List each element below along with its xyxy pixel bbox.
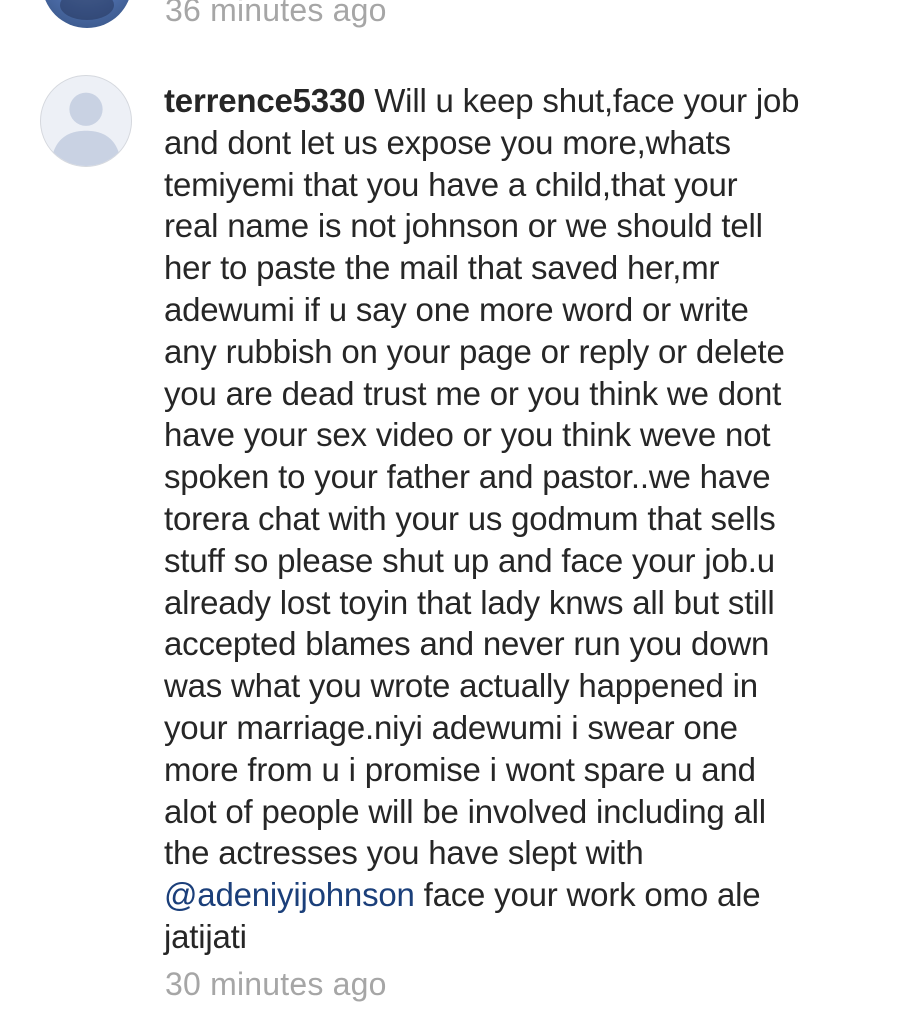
comment-text-line: stuff so please shut up and face your jo… — [164, 541, 775, 579]
comment-text-line: more from u i promise i wont spare u and — [164, 750, 756, 788]
comment-text-line: alot of people will be involved includin… — [164, 792, 766, 830]
comment-username[interactable]: terrence5330 — [164, 82, 365, 119]
comment-text-line: and dont let us expose you more,whats — [164, 123, 731, 161]
comment-text-line: temiyemi that you have a child,that your — [164, 165, 738, 203]
comment-text-line: you are dead trust me or you think we do… — [164, 374, 782, 412]
mention-link[interactable]: @adeniyijohnson — [164, 876, 415, 913]
comment-text: Will u keep shut,face your job — [374, 82, 800, 119]
comment-text-line: the actresses you have slept with — [164, 834, 644, 872]
comment-text-line: have your sex video or you think weve no… — [164, 416, 771, 454]
comment-text-line: torera chat with your us godmum that sel… — [164, 499, 776, 537]
comment-timestamp: 30 minutes ago — [165, 966, 387, 1002]
comment-first-line: terrence5330 Will u keep shut,face your … — [164, 80, 864, 122]
comment-text-line: her to paste the mail that saved her,mr — [164, 249, 720, 287]
previous-commenter-avatar[interactable] — [42, 0, 132, 28]
comment-mention-line: @adeniyijohnson face your work omo ale — [164, 874, 864, 916]
comment-text-line: already lost toyin that lady knws all bu… — [164, 583, 775, 621]
previous-comment-timestamp: 36 minutes ago — [165, 0, 387, 28]
comment-text-line: was what you wrote actually happened in — [164, 667, 758, 705]
comment-last-line: jatijati — [164, 917, 247, 955]
comment-text-line: any rubbish on your page or reply or del… — [164, 332, 785, 370]
user-silhouette-icon — [50, 92, 122, 166]
comment-text-line: spoken to your father and pastor..we hav… — [164, 458, 771, 496]
comment-text-line: accepted blames and never run you down — [164, 625, 770, 663]
avatar-photo-shading — [60, 0, 114, 20]
commenter-avatar[interactable] — [40, 75, 132, 167]
comment-text-line: adewumi if u say one more word or write — [164, 290, 749, 328]
comment-text-line: your marriage.niyi adewumi i swear one — [164, 708, 738, 746]
comment-body: terrence5330 Will u keep shut,face your … — [164, 80, 864, 958]
comment-text-lines: and dont let us expose you more,whats tem… — [164, 122, 864, 874]
comment-text-line: real name is not johnson or we should te… — [164, 207, 763, 245]
comment-text: face your work omo ale — [414, 876, 761, 914]
